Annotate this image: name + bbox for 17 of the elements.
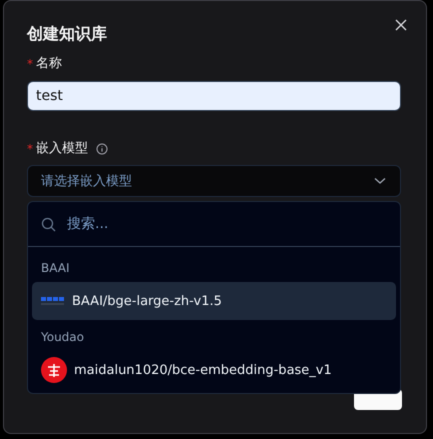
model-option[interactable]: maidalun1020/bce-embedding-base_v1 bbox=[32, 351, 396, 389]
close-icon[interactable] bbox=[395, 19, 407, 31]
required-mark: * bbox=[27, 141, 33, 158]
dialog-title: 创建知识库 bbox=[27, 23, 108, 45]
model-select[interactable]: 请选择嵌入模型 bbox=[27, 165, 401, 197]
chevron-down-icon bbox=[374, 177, 386, 185]
required-mark: * bbox=[27, 56, 33, 73]
search-field[interactable]: 搜索... bbox=[65, 215, 387, 233]
name-input[interactable]: test bbox=[27, 81, 401, 111]
bars-logo-icon bbox=[41, 296, 65, 306]
group-heading: Youdao bbox=[40, 329, 85, 346]
field-label: 名称 bbox=[36, 55, 62, 73]
round-logo-icon bbox=[41, 357, 67, 383]
field-label: 嵌入模型 bbox=[36, 140, 88, 158]
model-option[interactable]: BAAI/bge-large-zh-v1.5 bbox=[32, 282, 396, 320]
group-heading: BAAI bbox=[40, 260, 71, 277]
search-icon bbox=[41, 216, 56, 232]
